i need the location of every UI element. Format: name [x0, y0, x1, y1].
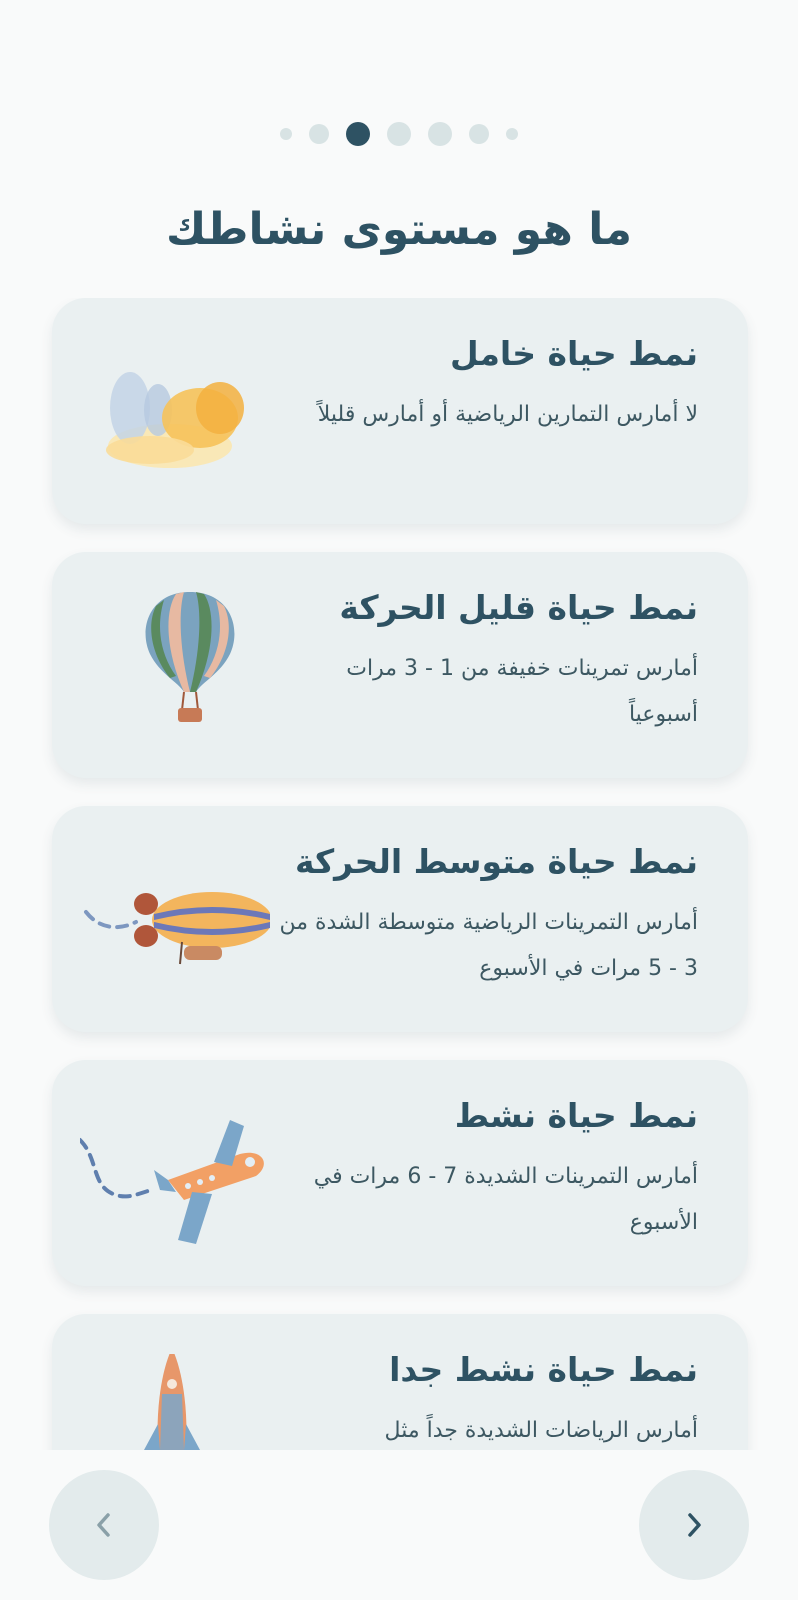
- option-card-very-active[interactable]: نمط حياة نشط جدا أمارس الرياضات الشديدة …: [52, 1314, 748, 1450]
- clouds-icon: [106, 372, 244, 468]
- hot-air-balloon-icon: [145, 592, 235, 722]
- option-title: نمط حياة نشط: [454, 1096, 698, 1135]
- option-card-sedentary[interactable]: نمط حياة خامل لا أمارس التمارين الرياضية…: [52, 298, 748, 524]
- next-button[interactable]: [639, 1470, 749, 1580]
- airplane-icon: [80, 1120, 264, 1244]
- previous-button[interactable]: [49, 1470, 159, 1580]
- pager-dot-active: [346, 122, 370, 146]
- option-description: أمارس الرياضات الشديدة جداً مثل: [384, 1418, 698, 1443]
- option-title: نمط حياة نشط جدا: [389, 1350, 698, 1389]
- option-card-moderately-active[interactable]: نمط حياة متوسط الحركة أمارس التمرينات ال…: [52, 806, 748, 1032]
- pager-dots: [0, 122, 798, 146]
- pager-dot: [280, 128, 292, 140]
- option-description: لا أمارس التمارين الرياضية أو أمارس قليل…: [317, 402, 698, 427]
- bottom-navigation: [0, 1450, 798, 1600]
- option-description: أمارس تمرينات خفيفة من 1 - 3 مرات أسبوعي…: [346, 656, 698, 727]
- activity-options-list[interactable]: نمط حياة خامل لا أمارس التمارين الرياضية…: [0, 298, 798, 1450]
- pager-dot: [428, 122, 452, 146]
- rocket-icon: [144, 1354, 200, 1450]
- option-title: نمط حياة قليل الحركة: [339, 588, 698, 627]
- option-card-lightly-active[interactable]: نمط حياة قليل الحركة أمارس تمرينات خفيفة…: [52, 552, 748, 778]
- pager-dot: [469, 124, 489, 144]
- pager-dot: [506, 128, 518, 140]
- page-title: ما هو مستوى نشاطك: [166, 204, 632, 255]
- pager-dot: [387, 122, 411, 146]
- chevron-right-icon: [688, 1513, 701, 1537]
- option-description: أمارس التمرينات الشديدة 7 - 6 مرات في ال…: [313, 1164, 698, 1235]
- activity-level-screen: ما هو مستوى نشاطك نمط حياة خامل لا أمارس…: [0, 0, 798, 1600]
- pager-dot: [309, 124, 329, 144]
- option-description: أمارس التمرينات الرياضية متوسطة الشدة من…: [279, 910, 698, 981]
- option-title: نمط حياة خامل: [449, 334, 698, 373]
- airship-icon: [84, 892, 270, 965]
- chevron-left-icon: [97, 1513, 110, 1537]
- option-title: نمط حياة متوسط الحركة: [294, 842, 698, 881]
- option-card-active[interactable]: نمط حياة نشط أمارس التمرينات الشديدة 7 -…: [52, 1060, 748, 1286]
